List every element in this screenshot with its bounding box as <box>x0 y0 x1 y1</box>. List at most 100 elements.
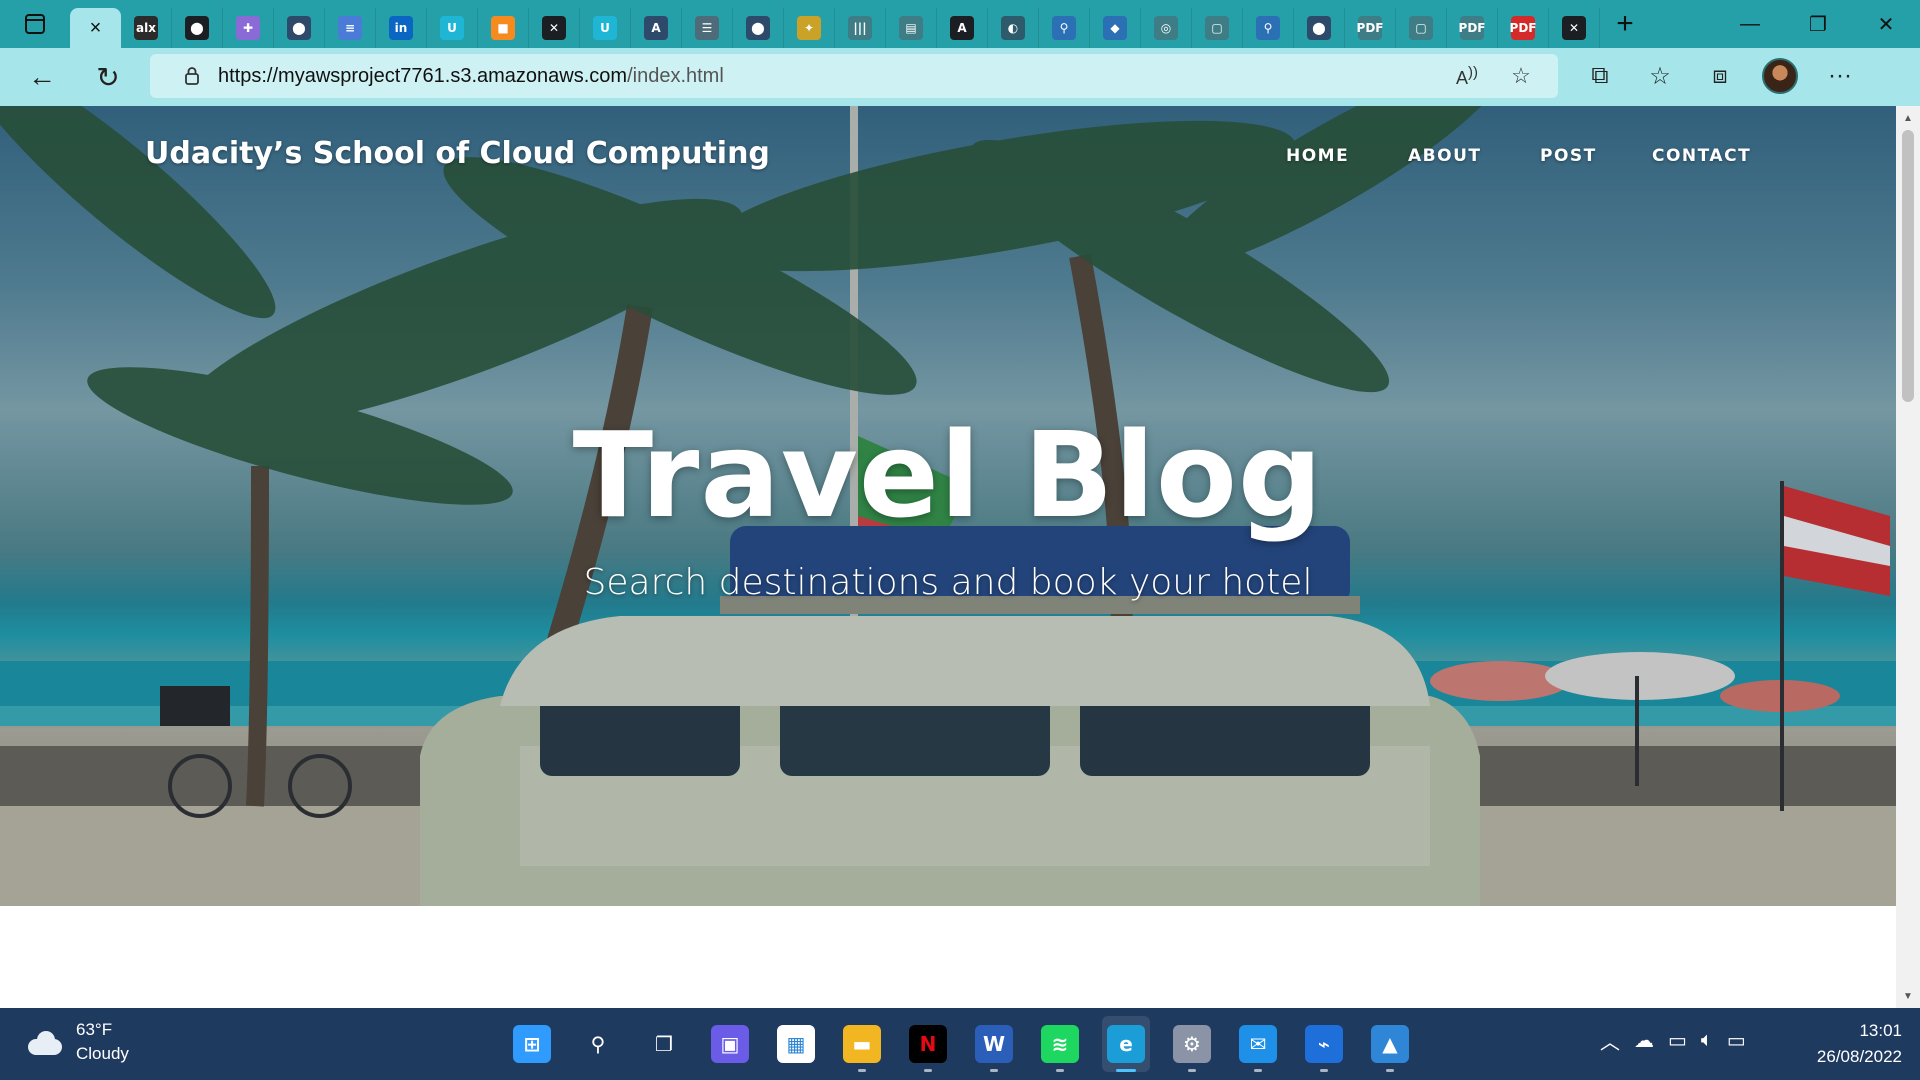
taskbar-app[interactable]: N <box>904 1016 952 1072</box>
hero-title: Travel Blog <box>572 406 1324 544</box>
tab[interactable]: ■ <box>478 8 529 48</box>
tab[interactable]: ▢ <box>1192 8 1243 48</box>
nav-link-post[interactable]: POST <box>1540 146 1597 166</box>
puzzle-icon: ⧉ <box>1591 62 1609 89</box>
close-window-button[interactable]: ✕ <box>1852 0 1920 48</box>
page-scrollbar[interactable]: ▲ ▼ <box>1896 106 1920 1008</box>
tab[interactable]: U <box>427 8 478 48</box>
tab-active[interactable]: × <box>70 8 121 48</box>
taskbar-app[interactable]: ❐ <box>640 1016 688 1072</box>
address-bar[interactable]: https://myawsproject7761.s3.amazonaws.co… <box>150 54 1558 98</box>
tab[interactable]: U <box>580 8 631 48</box>
system-clock[interactable]: 13:01 26/08/2022 <box>1817 1018 1902 1070</box>
weather-widget[interactable]: 63°F Cloudy <box>26 1018 129 1066</box>
taskbar-app[interactable]: ▦ <box>772 1016 820 1072</box>
taskbar-app[interactable]: ≋ <box>1036 1016 1084 1072</box>
refresh-button[interactable]: ↻ <box>78 48 138 106</box>
running-indicator <box>924 1069 932 1072</box>
url-text[interactable]: https://myawsproject7761.s3.amazonaws.co… <box>218 65 724 88</box>
profile-button[interactable] <box>1760 56 1800 96</box>
tab[interactable]: ≡ <box>325 8 376 48</box>
tab[interactable]: ◆ <box>1090 8 1141 48</box>
github-icon: ⬤ <box>746 16 770 40</box>
extensions-button[interactable]: ⧉ <box>1580 56 1620 96</box>
tab[interactable]: ◎ <box>1141 8 1192 48</box>
tab[interactable]: PDF <box>1447 8 1498 48</box>
tab[interactable]: ✕ <box>529 8 580 48</box>
tab[interactable]: ☰ <box>682 8 733 48</box>
onedrive-icon[interactable]: ☁ <box>1634 1028 1654 1053</box>
avatar <box>1762 58 1798 94</box>
taskbar-app[interactable]: ▲ <box>1366 1016 1414 1072</box>
weather-text: 63°F Cloudy <box>76 1018 129 1066</box>
tab-actions-button[interactable] <box>0 0 70 48</box>
running-indicator <box>1056 1069 1064 1072</box>
back-button[interactable]: ← <box>12 48 72 106</box>
tab[interactable]: ▢ <box>1396 8 1447 48</box>
restore-button[interactable]: ❐ <box>1784 0 1852 48</box>
network-icon[interactable]: ▭ <box>1668 1028 1687 1053</box>
minimize-button[interactable]: — <box>1716 0 1784 48</box>
edge-icon: ◐ <box>1001 16 1025 40</box>
tab[interactable]: ✚ <box>223 8 274 48</box>
tab[interactable]: in <box>376 8 427 48</box>
tab[interactable]: ✕ <box>1549 8 1600 48</box>
aws-icon: A <box>644 16 668 40</box>
tab[interactable]: ▤ <box>886 8 937 48</box>
tab[interactable]: ✦ <box>784 8 835 48</box>
restore-icon: ❐ <box>1809 13 1827 36</box>
tab[interactable]: ⚲ <box>1039 8 1090 48</box>
scroll-down-button[interactable]: ▼ <box>1896 984 1920 1008</box>
tab[interactable]: ⬤ <box>274 8 325 48</box>
read-aloud-button[interactable]: A)) <box>1450 59 1484 93</box>
chevron-up-icon[interactable]: ︿ <box>1600 1026 1620 1055</box>
taskbar-app[interactable]: ▣ <box>706 1016 754 1072</box>
cisco-icon: ▤ <box>899 16 923 40</box>
nav-link-about[interactable]: ABOUT <box>1408 146 1481 166</box>
photos-icon: ▲ <box>1371 1025 1409 1063</box>
taskbar-app[interactable]: ⌁ <box>1300 1016 1348 1072</box>
tab[interactable]: ||| <box>835 8 886 48</box>
tab[interactable]: ◐ <box>988 8 1039 48</box>
taskbar-app[interactable]: ⊞ <box>508 1016 556 1072</box>
tab[interactable]: PDF <box>1498 8 1549 48</box>
site-brand[interactable]: Udacity’s School of Cloud Computing <box>145 136 770 171</box>
nav-link-contact[interactable]: CONTACT <box>1652 146 1751 166</box>
close-tab-icon[interactable]: × <box>90 17 102 40</box>
tab[interactable]: alx <box>121 8 172 48</box>
cisco-icon: ||| <box>848 16 872 40</box>
scroll-up-button[interactable]: ▲ <box>1896 106 1920 130</box>
tab[interactable]: PDF <box>1345 8 1396 48</box>
tab[interactable]: ⬤ <box>733 8 784 48</box>
taskbar-app[interactable]: ✉ <box>1234 1016 1282 1072</box>
taskbar-app[interactable]: e <box>1102 1016 1150 1072</box>
more-menu-button[interactable]: ··· <box>1820 56 1860 96</box>
cloud-icon <box>26 1029 64 1055</box>
tab[interactable]: ⬤ <box>1294 8 1345 48</box>
add-favorite-button[interactable]: ☆ <box>1504 59 1538 93</box>
taskbar-app[interactable]: ⚲ <box>574 1016 622 1072</box>
tab[interactable]: ⬤ <box>172 8 223 48</box>
new-tab-button[interactable]: + <box>1600 0 1650 48</box>
battery-icon[interactable]: ▭ <box>1727 1028 1746 1053</box>
github-icon: ⬤ <box>1307 16 1331 40</box>
window-controls: — ❐ ✕ <box>1716 0 1920 48</box>
tab[interactable]: A <box>631 8 682 48</box>
github-icon: ⬤ <box>287 16 311 40</box>
volume-icon[interactable]: 🔈︎ <box>1701 1029 1713 1052</box>
mail-icon: ✉ <box>1239 1025 1277 1063</box>
scroll-thumb[interactable] <box>1902 130 1914 402</box>
lock-icon[interactable] <box>180 64 204 88</box>
tab[interactable]: ⚲ <box>1243 8 1294 48</box>
search-icon: ⚲ <box>1052 16 1076 40</box>
tab[interactable]: A <box>937 8 988 48</box>
taskbar-app[interactable]: ▬ <box>838 1016 886 1072</box>
address-bar-actions: A)) ☆ <box>1450 59 1538 93</box>
nav-link-home[interactable]: HOME <box>1286 146 1349 166</box>
collections-button[interactable]: ⧈ <box>1700 56 1740 96</box>
hero-section: Udacity’s School of Cloud Computing HOME… <box>0 106 1896 906</box>
taskbar-app[interactable]: W <box>970 1016 1018 1072</box>
minimize-icon: — <box>1740 12 1760 35</box>
taskbar-app[interactable]: ⚙ <box>1168 1016 1216 1072</box>
favorites-button[interactable]: ☆ <box>1640 56 1680 96</box>
